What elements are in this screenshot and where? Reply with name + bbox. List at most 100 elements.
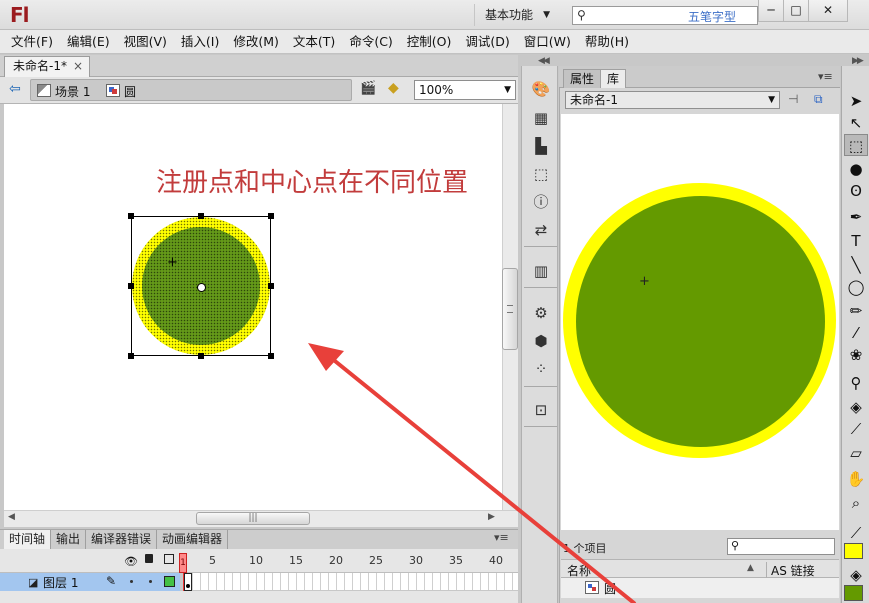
menu-text[interactable]: 文本(T) [286, 30, 342, 54]
tab-compiler-errors[interactable]: 编译器错误 [86, 530, 158, 549]
tab-library[interactable]: 库 [600, 69, 627, 88]
transform-handle[interactable] [268, 353, 274, 359]
deco-tool-icon[interactable]: ❀ [844, 344, 868, 366]
swatches-icon[interactable]: ▦ [530, 107, 552, 129]
transform-handle[interactable] [128, 353, 134, 359]
menu-commands[interactable]: 命令(C) [342, 30, 399, 54]
scroll-left-icon[interactable]: ◀ [8, 512, 15, 522]
hand-tool-icon[interactable]: ✋ [844, 468, 868, 490]
lock-icon[interactable] [145, 554, 153, 563]
menu-modify[interactable]: 修改(M) [226, 30, 286, 54]
menu-edit[interactable]: 编辑(E) [60, 30, 117, 54]
selection-tool-icon[interactable]: ➤ [844, 90, 868, 112]
menu-view[interactable]: 视图(V) [117, 30, 174, 54]
list-item[interactable]: 圆 [561, 578, 839, 598]
stage[interactable]: 注册点和中心点在不同位置 + [4, 104, 502, 510]
column-linkage[interactable]: AS 链接 [766, 562, 815, 579]
transform-handle[interactable] [268, 283, 274, 289]
breadcrumb-symbol[interactable]: 圆 [124, 83, 136, 100]
close-button[interactable]: ✕ [808, 0, 848, 22]
tab-timeline[interactable]: 时间轴 [4, 530, 52, 549]
sort-icon[interactable]: ▲ [747, 563, 754, 573]
line-tool-icon[interactable]: ╲ [844, 254, 868, 276]
breadcrumb-scene[interactable]: 场景 1 [55, 83, 90, 100]
subselection-tool-icon[interactable]: ↖ [844, 112, 868, 134]
timeline-footer [0, 591, 518, 603]
align-icon[interactable]: ▙ [530, 135, 552, 157]
library-document-select[interactable]: 未命名-1 ▼ [565, 91, 780, 109]
close-tab-icon[interactable]: × [73, 57, 83, 76]
transform-icon[interactable]: ⬚ [530, 163, 552, 185]
eye-icon[interactable]: 👁 [124, 555, 138, 568]
chevron-down-icon: ▼ [768, 95, 775, 105]
minimize-button[interactable]: ─ [758, 0, 784, 22]
collapse-dock-icon[interactable]: ◀◀ [538, 56, 550, 66]
movie-explorer-icon[interactable]: ⊡ [530, 399, 552, 421]
component-inspector-icon[interactable]: ⁘ [530, 358, 552, 380]
3d-rotation-tool-icon[interactable]: ● [844, 158, 868, 180]
bone-tool-icon[interactable]: ⚲ [844, 372, 868, 394]
free-transform-tool-icon[interactable]: ⬚ [844, 134, 868, 156]
transform-handle[interactable] [198, 213, 204, 219]
menu-control[interactable]: 控制(O) [400, 30, 459, 54]
oval-tool-icon[interactable]: ◯ [844, 276, 868, 298]
eraser-tool-icon[interactable]: ▱ [844, 442, 868, 464]
transform-handle[interactable] [128, 213, 134, 219]
menu-window[interactable]: 窗口(W) [517, 30, 578, 54]
edit-symbols-icon[interactable]: ◆ [388, 80, 399, 96]
transform-handle[interactable] [198, 353, 204, 359]
pencil-tool-icon[interactable]: ✏ [844, 300, 868, 322]
pen-tool-icon[interactable]: ✒ [844, 206, 868, 228]
outline-icon[interactable] [164, 554, 174, 564]
column-name[interactable]: 名称 [567, 562, 591, 579]
layer-row[interactable]: ◪ 图层 1 ✎ [0, 573, 180, 591]
actions-icon[interactable]: ⚙ [530, 302, 552, 324]
library-icon[interactable]: ▥ [530, 260, 552, 282]
zoom-select[interactable]: 100% ▼ [414, 80, 516, 100]
menu-insert[interactable]: 插入(I) [174, 30, 226, 54]
document-tab[interactable]: 未命名-1* × [4, 56, 90, 77]
transform-point[interactable] [197, 283, 206, 292]
fill-color-swatch[interactable] [844, 585, 863, 601]
scroll-right-icon[interactable]: ▶ [488, 512, 495, 522]
text-tool-icon[interactable]: T [844, 230, 868, 252]
motion-presets-icon[interactable]: ⇄ [530, 219, 552, 241]
panel-menu-icon[interactable]: ▾≡ [494, 531, 509, 544]
tab-output[interactable]: 输出 [51, 530, 87, 549]
lasso-tool-icon[interactable]: ʘ [844, 180, 868, 202]
zoom-value: 100% [419, 83, 454, 97]
keyframe[interactable] [184, 573, 192, 591]
collapse-tools-icon[interactable]: ▶▶ [852, 56, 864, 66]
paint-bucket-tool-icon[interactable]: ◈ [844, 396, 868, 418]
zoom-tool-icon[interactable]: ⌕ [844, 492, 868, 514]
pin-library-icon[interactable]: ⊣ [788, 92, 798, 106]
tab-motion-editor[interactable]: 动画编辑器 [157, 530, 229, 549]
menu-help[interactable]: 帮助(H) [578, 30, 636, 54]
back-arrow-icon[interactable]: ⇦ [9, 81, 21, 97]
maximize-button[interactable]: □ [783, 0, 809, 22]
layer-name[interactable]: 图层 1 [43, 574, 78, 591]
menu-debug[interactable]: 调试(D) [458, 30, 516, 54]
eyedropper-tool-icon[interactable]: ⟋ [844, 418, 868, 440]
brush-tool-icon[interactable]: ⁄ [844, 322, 868, 344]
new-library-panel-icon[interactable]: ⧉ [814, 92, 823, 107]
transform-handle[interactable] [268, 213, 274, 219]
tab-properties[interactable]: 属性 [563, 69, 602, 88]
playhead[interactable]: 1 [179, 553, 187, 573]
edit-scene-icon[interactable]: 🎬 [360, 81, 376, 96]
transform-handle[interactable] [128, 283, 134, 289]
vertical-scroll-thumb[interactable] [502, 268, 518, 350]
panel-menu-icon[interactable]: ▾≡ [818, 70, 833, 83]
lock-dot[interactable] [149, 580, 152, 583]
color-panel-icon[interactable]: 🎨 [530, 78, 552, 100]
workspace-switcher[interactable]: 基本功能 ▼ [474, 4, 564, 26]
stroke-color-swatch[interactable] [844, 543, 863, 559]
visibility-dot[interactable] [130, 580, 133, 583]
frame-grid[interactable] [184, 573, 518, 591]
info-icon[interactable]: ⓘ [530, 191, 552, 213]
layer-outline-color[interactable] [164, 576, 175, 587]
components-icon[interactable]: ⬢ [530, 330, 552, 352]
library-search-input[interactable]: ⚲ [727, 538, 835, 555]
horizontal-scroll-thumb[interactable]: ||| [196, 512, 310, 525]
menu-file[interactable]: 文件(F) [4, 30, 60, 54]
